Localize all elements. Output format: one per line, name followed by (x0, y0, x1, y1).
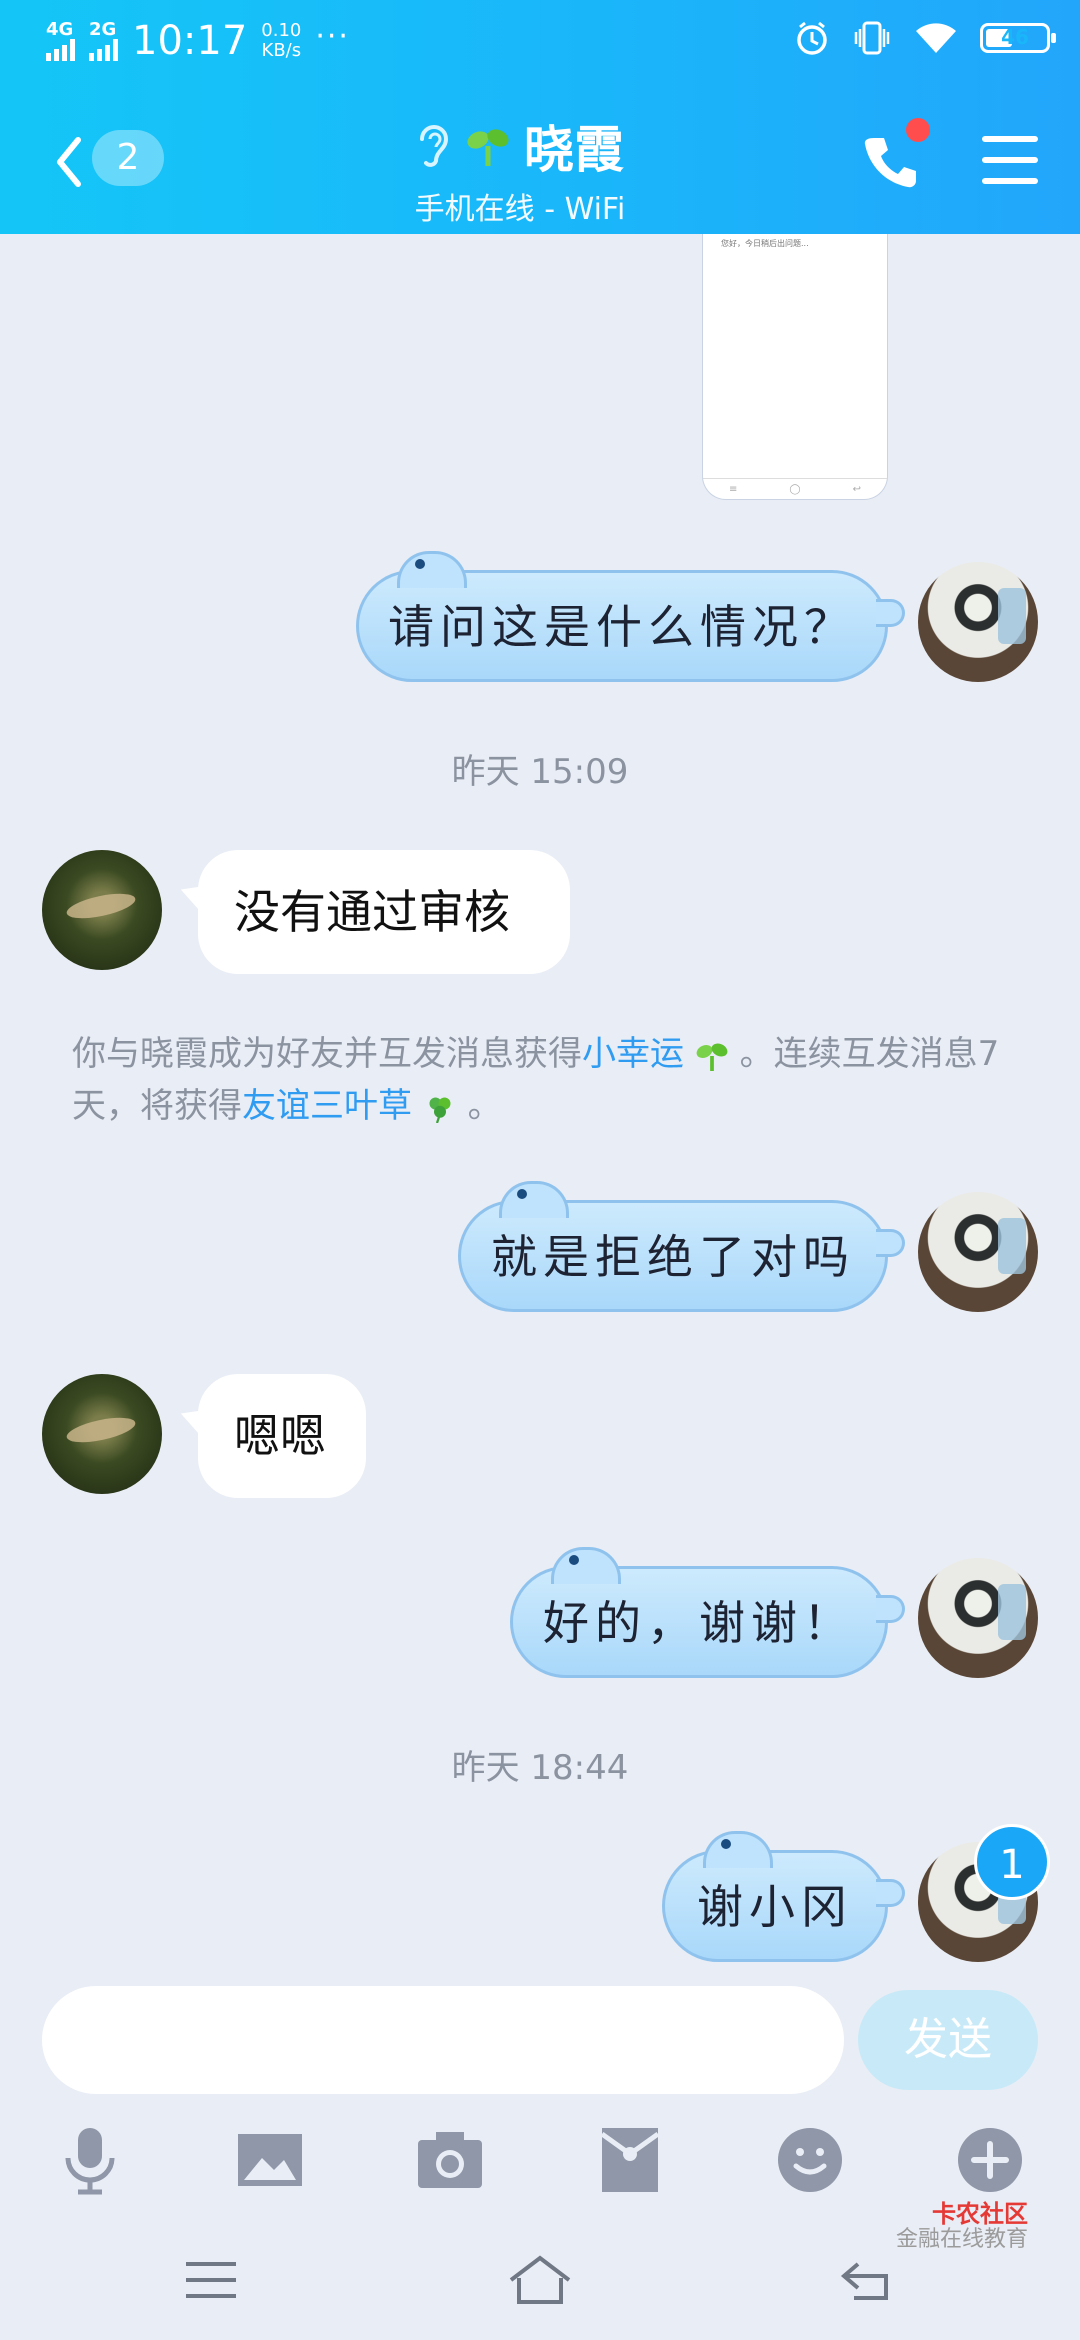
status-bar: 4G 2G 10:17 0.10 KB/s ··· 46 (0, 0, 1080, 84)
contact-name: 晓霞 (524, 121, 624, 179)
menu-nav-icon[interactable] (176, 2250, 246, 2310)
red-packet-icon[interactable] (590, 2120, 670, 2200)
home-nav-icon[interactable] (505, 2250, 575, 2310)
my-avatar[interactable] (918, 1558, 1038, 1678)
new-message-badge[interactable]: 1 (974, 1824, 1050, 1900)
my-avatar[interactable] (918, 1192, 1038, 1312)
sprout-icon (467, 129, 509, 166)
timestamp: 昨天 18:44 (451, 1748, 629, 1788)
more-notifications: ··· (315, 18, 350, 54)
message-bubble-sent[interactable]: 请问这是什么情况？ (356, 551, 905, 682)
message-bubble-sent[interactable]: 好的，谢谢！ (510, 1547, 905, 1678)
message-bubble-received[interactable]: 嗯嗯 (198, 1374, 366, 1498)
menu-icon[interactable] (982, 136, 1038, 186)
message-bubble-sent[interactable]: 就是拒绝了对吗 (458, 1181, 905, 1312)
message-bubble-received[interactable]: 没有通过审核 (198, 850, 570, 974)
image-message-thumbnail[interactable]: 您好，今日稍后出问题... ≡ ◯ ↩ (702, 234, 888, 500)
mic-icon[interactable] (50, 2120, 130, 2200)
status-time: 10:17 (132, 18, 248, 64)
chat-title[interactable]: 晓霞 手机在线 - WiFi (360, 110, 680, 228)
chat-nav: 2 晓霞 手机在线 - WiFi (0, 96, 1080, 228)
vibrate-icon (854, 21, 890, 55)
phone-call-icon[interactable] (860, 132, 920, 192)
signal-icon (89, 39, 118, 61)
image-icon[interactable] (230, 2120, 310, 2200)
battery-icon: 46 (980, 23, 1056, 53)
alarm-icon (797, 21, 827, 55)
message-input[interactable] (42, 1986, 844, 2094)
signal-icon (46, 39, 75, 61)
my-avatar[interactable] (918, 562, 1038, 682)
back-nav-icon[interactable] (834, 2250, 904, 2310)
call-notification-dot (906, 118, 930, 142)
unread-count-badge[interactable]: 2 (92, 130, 164, 186)
wifi-icon (916, 23, 956, 53)
watermark: 卡农社区 金融在线教育 (895, 2200, 1028, 2252)
network-speed: 0.10 KB/s (261, 20, 302, 61)
clover-link[interactable]: 友谊三叶草 (242, 1086, 412, 1126)
camera-icon[interactable] (410, 2120, 490, 2200)
contact-avatar[interactable] (42, 850, 162, 970)
clover-icon (429, 1097, 451, 1123)
message-bubble-sent[interactable]: 谢小冈 (662, 1831, 905, 1962)
system-message: 你与晓霞成为好友并互发消息获得小幸运 。连续互发消息7天，将获得友谊三叶草 。 (72, 1034, 1000, 1126)
contact-avatar[interactable] (42, 1374, 162, 1494)
send-button[interactable]: 发送 (858, 1990, 1038, 2090)
sprout-icon (696, 1043, 728, 1071)
signal-4g: 4G (46, 21, 75, 61)
ear-icon (420, 125, 449, 167)
input-toolbar (0, 2110, 1080, 2200)
signal-2g: 2G (89, 21, 118, 61)
plus-icon[interactable] (950, 2120, 1030, 2200)
online-status: 手机在线 - WiFi (414, 192, 626, 227)
emoji-icon[interactable] (770, 2120, 850, 2200)
lucky-link[interactable]: 小幸运 (582, 1034, 684, 1074)
timestamp: 昨天 15:09 (451, 752, 629, 792)
header: 4G 2G 10:17 0.10 KB/s ··· 46 2 晓霞 手机在线 -… (0, 0, 1080, 234)
